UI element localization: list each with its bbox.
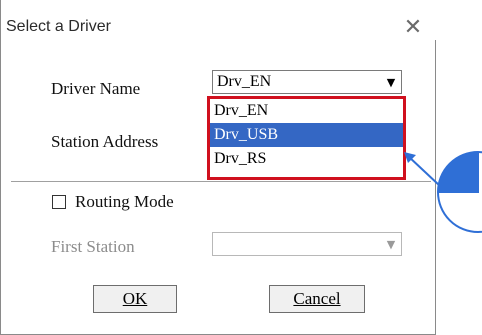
driver-options-list[interactable]: Drv_EN Drv_USB Drv_RS — [207, 96, 406, 180]
ok-button[interactable]: OK — [93, 285, 177, 313]
chevron-down-icon[interactable]: ▼ — [382, 72, 400, 92]
select-driver-dialog: Select a Driver ✕ Driver Name Drv_EN ▼ S… — [0, 0, 437, 335]
driver-option-drv-en[interactable]: Drv_EN — [210, 99, 403, 123]
driver-option-drv-usb[interactable]: Drv_USB — [210, 123, 403, 147]
routing-mode-checkbox[interactable] — [52, 195, 66, 209]
driver-name-dropdown[interactable]: Drv_EN ▼ — [212, 70, 402, 94]
callout-arrow-line — [407, 155, 441, 187]
first-station-label: First Station — [51, 237, 135, 256]
cancel-button[interactable]: Cancel — [269, 285, 365, 313]
callout-pointer-icon — [404, 151, 482, 233]
title-bar: Select a Driver ✕ — [1, 0, 437, 40]
routing-mode-label: Routing Mode — [75, 192, 174, 211]
first-station-dropdown[interactable]: ▼ — [212, 232, 402, 256]
driver-option-drv-rs[interactable]: Drv_RS — [210, 147, 403, 171]
station-address-label: Station Address — [51, 132, 159, 151]
mouse-left-button — [438, 152, 478, 192]
driver-name-label: Driver Name — [51, 79, 141, 98]
close-icon[interactable]: ✕ — [402, 15, 424, 40]
section-divider — [11, 181, 431, 183]
driver-name-value: Drv_EN — [217, 73, 272, 90]
dialog-title: Select a Driver — [6, 18, 111, 35]
chevron-down-icon[interactable]: ▼ — [382, 234, 400, 254]
